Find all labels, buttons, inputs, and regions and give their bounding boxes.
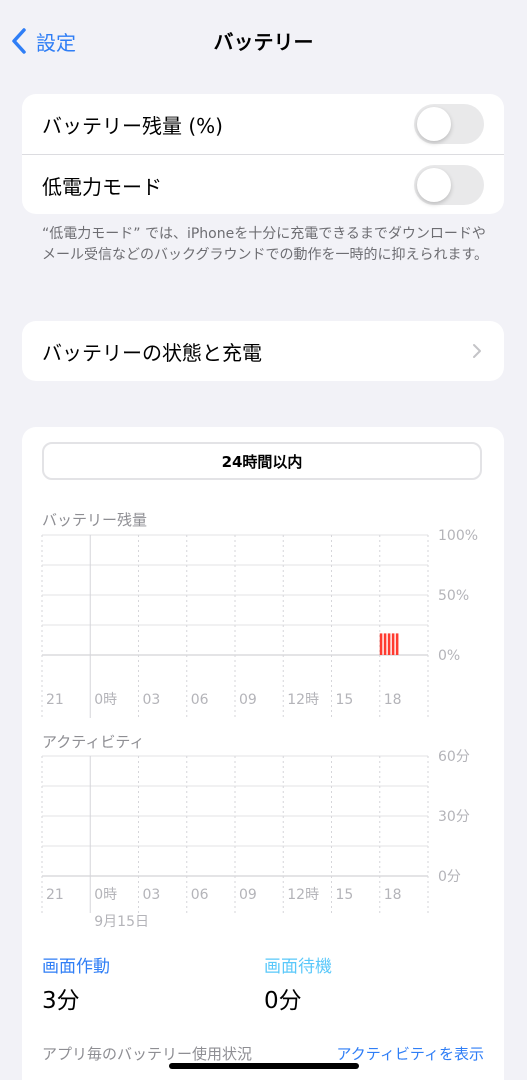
battery-health-card[interactable]: バッテリーの状態と充電 (22, 321, 504, 381)
toggle-knob (417, 168, 451, 202)
battery-health-row[interactable]: バッテリーの状態と充電 (22, 321, 504, 381)
battery-level-bar (379, 633, 383, 655)
low-power-mode-label: 低電力モード (42, 174, 162, 199)
battery-percentage-row: バッテリー残量 (%) (22, 94, 504, 154)
toggle-knob (417, 107, 451, 141)
battery-percentage-label: バッテリー残量 (%) (42, 113, 223, 138)
x-tick-label: 06 (191, 887, 209, 903)
screen-on-value: 3分 (42, 988, 80, 1014)
battery-level-bar (387, 633, 391, 655)
page-title: バッテリー (213, 30, 314, 54)
toggles-card: バッテリー残量 (%) 低電力モード (22, 94, 504, 214)
x-tick-label: 15 (336, 692, 354, 708)
x-tick-label: 09 (239, 887, 257, 903)
chevron-right-icon (473, 344, 481, 358)
low-power-mode-toggle[interactable] (414, 165, 484, 205)
x-tick-label: 0時 (94, 692, 117, 708)
app-usage-header: アプリ毎のバッテリー使用状況 (42, 1045, 253, 1063)
screen-off-value: 0分 (264, 988, 302, 1014)
x-tick-label: 21 (46, 887, 64, 903)
screen-off-label: 画面待機 (264, 957, 332, 977)
y-tick-label: 0% (438, 648, 460, 664)
y-tick-label: 100% (438, 528, 478, 544)
x-tick-label: 15 (336, 887, 354, 903)
battery-level-bar (395, 633, 399, 655)
low-power-mode-footnote: “低電力モード” では、iPhoneを十分に充電できるまでダウンロードやメール受… (42, 226, 489, 263)
x-tick-label: 06 (191, 692, 209, 708)
battery-percentage-toggle[interactable] (414, 104, 484, 144)
x-tick-label: 12時 (287, 887, 319, 903)
x-tick-label: 12時 (287, 692, 319, 708)
battery-level-bar (383, 633, 387, 655)
x-tick-label: 0時 (94, 887, 117, 903)
x-tick-label: 18 (384, 887, 402, 903)
navigation-bar: 設定 バッテリー (0, 0, 527, 80)
show-activity-link[interactable]: アクティビティを表示 (337, 1043, 484, 1064)
y-tick-label: 60分 (438, 749, 470, 765)
battery-health-label: バッテリーの状態と充電 (42, 340, 262, 365)
x-tick-label: 21 (46, 692, 64, 708)
screen-on-label: 画面作動 (42, 957, 110, 977)
low-power-mode-row: 低電力モード (22, 154, 504, 215)
x-tick-label: 09 (239, 692, 257, 708)
y-tick-label: 0分 (438, 869, 461, 885)
battery-level-bar (391, 633, 395, 655)
battery-usage-card: 24時間以内 バッテリー残量 アクティビティ 100% 50% 0% 21 0時 03 06… (22, 427, 504, 1080)
y-tick-label: 50% (438, 588, 469, 604)
usage-charts: 100% 50% 0% 21 0時 03 06 09 12時 15 18 60分 30分 0分 21 0時 03… (41, 528, 478, 930)
y-tick-label: 30分 (438, 809, 470, 825)
x-tick-label: 03 (143, 887, 161, 903)
home-indicator (169, 1063, 359, 1069)
x-tick-label: 03 (143, 692, 161, 708)
date-label: 9月15日 (94, 914, 149, 930)
x-tick-label: 18 (384, 692, 402, 708)
